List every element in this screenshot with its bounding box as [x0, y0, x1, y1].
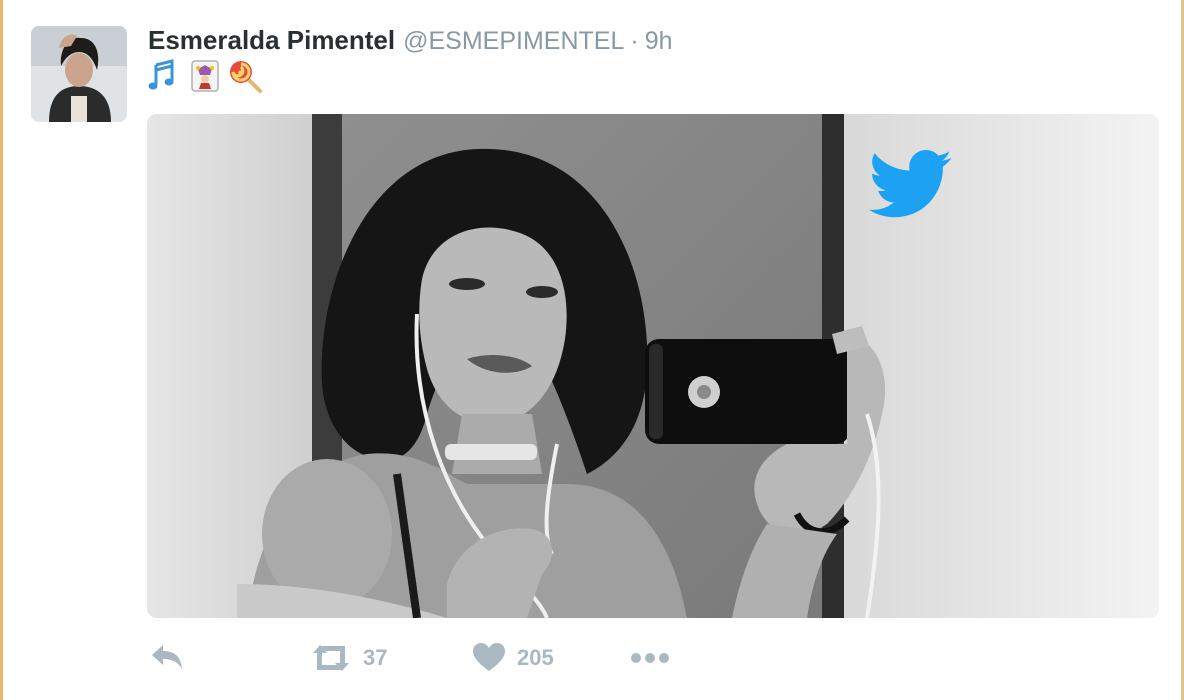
retweet-button[interactable]: 37 — [311, 640, 387, 676]
musical-notes-icon — [148, 59, 182, 93]
avatar-photo — [31, 26, 127, 122]
avatar[interactable] — [31, 26, 127, 122]
tweet-card: Esmeralda Pimentel @ESMEPIMENTEL · 9h 37… — [0, 0, 1184, 700]
selfie-photo — [147, 114, 1159, 618]
heart-icon — [473, 643, 505, 671]
tweet-header: Esmeralda Pimentel @ESMEPIMENTEL · 9h — [148, 25, 673, 55]
retweet-icon — [313, 645, 349, 671]
reply-button[interactable] — [150, 640, 184, 676]
author-name[interactable]: Esmeralda Pimentel — [148, 25, 395, 56]
lollipop-icon — [228, 59, 262, 93]
twitter-bird-icon — [869, 150, 952, 218]
retweet-count: 37 — [363, 645, 388, 670]
reply-icon — [152, 645, 182, 669]
separator-dot: · — [630, 27, 639, 55]
more-button[interactable] — [630, 640, 670, 676]
jester-card-icon — [188, 59, 222, 93]
tweet-text — [148, 57, 262, 95]
tweet-timestamp[interactable]: 9h — [645, 27, 673, 56]
more-dots-icon — [631, 653, 669, 663]
author-username[interactable]: @ESMEPIMENTEL — [403, 27, 624, 56]
like-button[interactable]: 205 — [473, 640, 554, 676]
like-count: 205 — [517, 645, 554, 670]
tweet-actions: 37 205 — [148, 640, 748, 676]
tweet-media-photo[interactable] — [147, 114, 1159, 618]
